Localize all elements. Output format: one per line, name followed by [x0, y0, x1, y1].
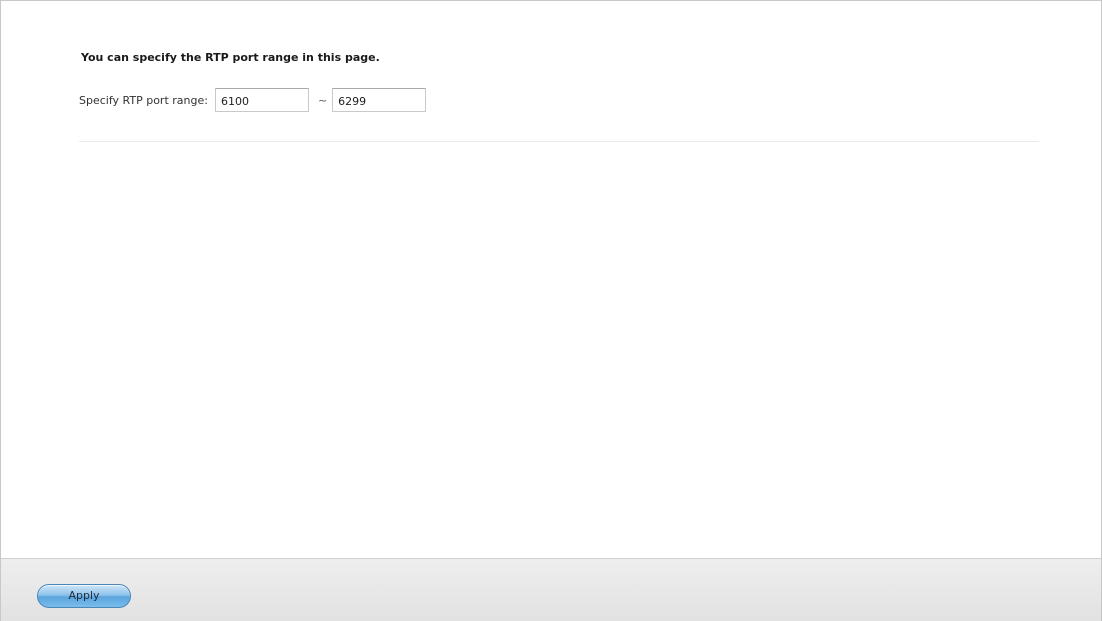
footer-bar: Apply [1, 558, 1101, 621]
rtp-port-end-input[interactable] [332, 88, 427, 112]
page-description: You can specify the RTP port range in th… [81, 51, 380, 64]
apply-button[interactable]: Apply [37, 584, 131, 608]
port-range-separator: ~ [317, 93, 328, 107]
section-divider [79, 141, 1039, 142]
settings-panel: You can specify the RTP port range in th… [0, 0, 1102, 621]
rtp-port-start-input[interactable] [214, 88, 309, 112]
rtp-port-range-row: Specify RTP port range: ~ [79, 88, 427, 112]
rtp-settings-content: You can specify the RTP port range in th… [1, 1, 1101, 557]
rtp-port-range-label: Specify RTP port range: [79, 93, 208, 107]
